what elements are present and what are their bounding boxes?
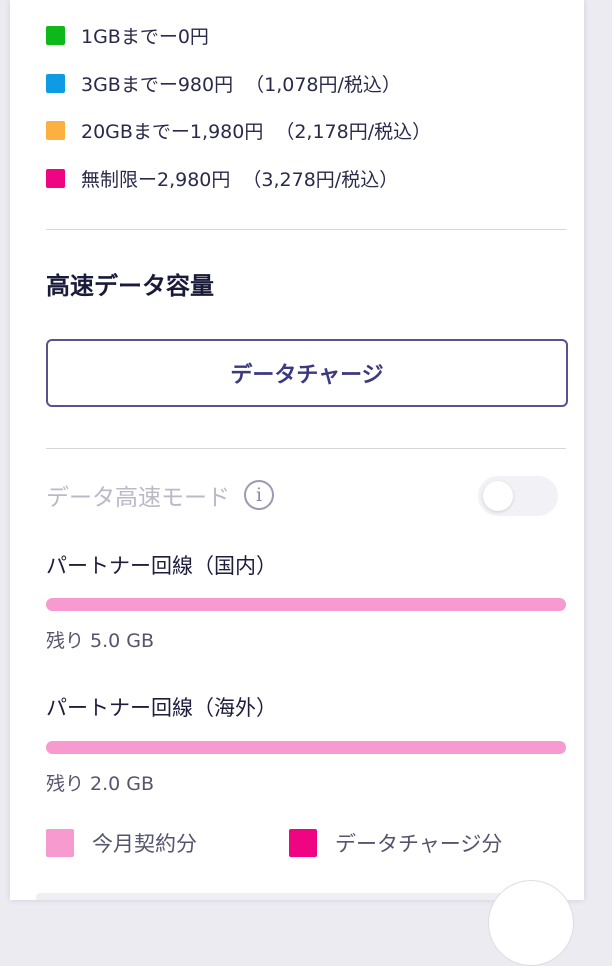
price-label: 3GBまでー980円	[81, 73, 234, 96]
remaining-domestic: 残り 5.0 GB	[46, 630, 155, 652]
divider	[46, 229, 566, 230]
price-legend-item: 3GBまでー980円 （1,078円/税込）	[46, 60, 431, 108]
high-speed-mode-label: データ高速モード	[46, 485, 230, 511]
section-title: 高速データ容量	[46, 272, 214, 300]
price-tax-label: （2,178円/税込）	[275, 121, 432, 144]
data-usage-card: 1GBまでー0円 3GBまでー980円 （1,078円/税込） 20GBまでー1…	[10, 0, 584, 900]
high-speed-mode-row: データ高速モード i	[46, 478, 274, 512]
price-legend-item: 20GBまでー1,980円 （2,178円/税込）	[46, 107, 431, 155]
color-swatch	[46, 121, 65, 141]
color-swatch	[46, 829, 74, 857]
info-icon[interactable]: i	[244, 480, 274, 510]
price-legend-item: 無制限ー2,980円 （3,278円/税込）	[46, 155, 431, 203]
price-label: 1GBまでー0円	[81, 26, 209, 49]
color-swatch	[46, 73, 65, 93]
price-tax-label: （1,078円/税込）	[245, 73, 401, 96]
usage-bar-overseas	[46, 741, 566, 754]
price-label: 無制限ー2,980円	[81, 168, 231, 191]
price-legend: 1GBまでー0円 3GBまでー980円 （1,078円/税込） 20GBまでー1…	[46, 12, 431, 202]
high-speed-mode-toggle[interactable]	[478, 476, 558, 516]
remaining-overseas: 残り 2.0 GB	[46, 773, 155, 795]
usage-legend: 今月契約分 データチャージ分	[46, 828, 502, 858]
floating-action-button[interactable]	[488, 880, 574, 966]
data-charge-button[interactable]: データチャージ	[46, 339, 568, 407]
usage-legend-item: 今月契約分	[46, 828, 197, 858]
price-legend-item: 1GBまでー0円	[46, 12, 431, 60]
usage-bar-fill	[46, 741, 566, 754]
price-label: 20GBまでー1,980円	[81, 121, 264, 144]
line-title-overseas: パートナー回線（海外）	[46, 696, 277, 720]
color-swatch	[289, 829, 317, 857]
usage-legend-label: 今月契約分	[92, 832, 197, 856]
usage-legend-label: データチャージ分	[335, 832, 503, 856]
price-tax-label: （3,278円/税込）	[242, 168, 399, 191]
next-section-edge	[36, 893, 536, 900]
color-swatch	[46, 168, 65, 188]
usage-bar-fill	[46, 598, 566, 611]
line-title-domestic: パートナー回線（国内）	[46, 554, 277, 578]
toggle-knob	[483, 481, 513, 511]
divider	[46, 448, 566, 449]
usage-bar-domestic	[46, 598, 566, 611]
color-swatch	[46, 26, 65, 46]
usage-legend-item: データチャージ分	[289, 828, 502, 858]
